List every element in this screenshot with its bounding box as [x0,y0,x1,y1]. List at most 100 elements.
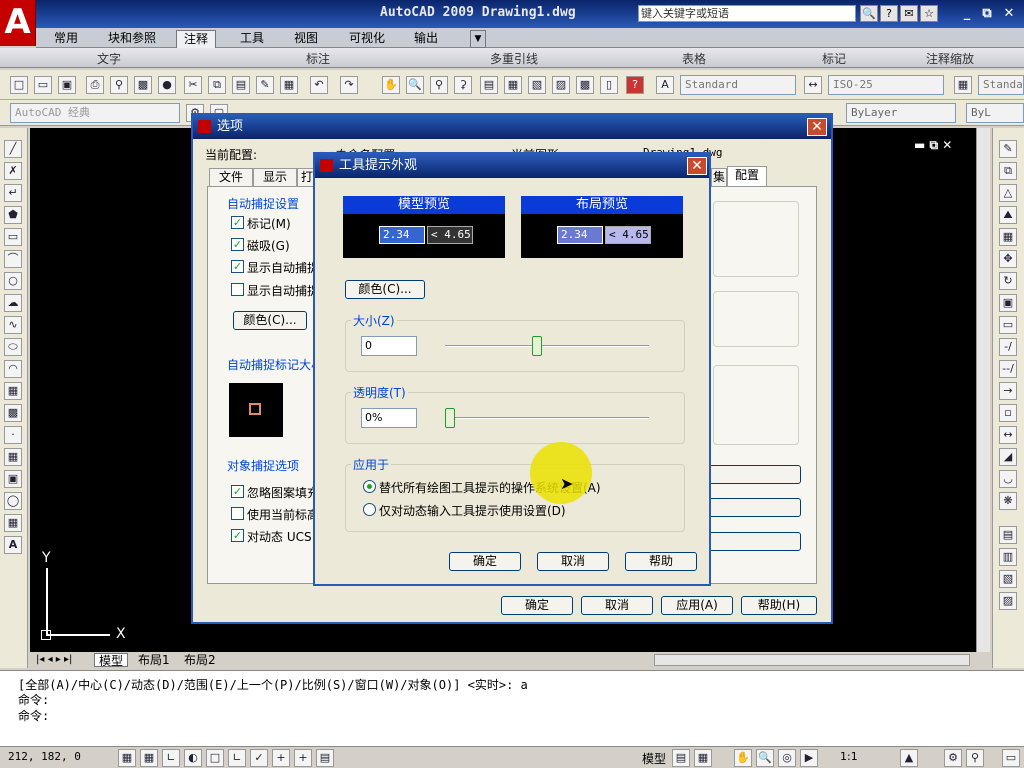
hatch-icon[interactable]: ▦ [4,448,22,466]
polyline-icon[interactable]: ↵ [4,184,22,202]
text-style-icon[interactable]: A [656,76,674,94]
markup-icon[interactable]: ▩ [576,76,594,94]
workspace-switch-icon[interactable]: ⚙ [944,749,962,767]
panel-multileader[interactable]: 多重引线 [490,50,538,67]
minimize-icon[interactable]: _ [958,5,976,22]
circle-icon[interactable]: ○ [4,272,22,290]
trim-icon[interactable]: -/ [999,338,1017,356]
options-cancel-button[interactable]: 取消 [581,596,653,615]
open-icon[interactable]: ▭ [34,76,52,94]
ribbon-tab-visualize[interactable]: 可视化 [342,30,392,48]
use-elevation-checkbox[interactable] [231,507,244,520]
drawing-window-controls[interactable]: ▬ ⧉ ✕ [914,138,952,153]
options-help-button[interactable]: 帮助(H) [741,596,817,615]
color-control-select[interactable]: ByLayer [846,103,956,123]
calculator-icon[interactable]: ▯ [600,76,618,94]
communication-icon[interactable]: ✉ [900,5,918,22]
fillet-icon[interactable]: ◡ [999,470,1017,488]
options-ok-button[interactable]: 确定 [501,596,573,615]
3dprint-icon[interactable]: ● [158,76,176,94]
options-close-button[interactable]: ✕ [807,118,827,136]
ribbon-tab-tools[interactable]: 工具 [232,30,272,48]
transparency-slider-thumb[interactable] [445,408,455,428]
ribbon-expand-icon[interactable]: ▼ [470,30,486,48]
tab-layout1[interactable]: 布局1 [134,653,174,667]
publish-icon[interactable]: ▩ [134,76,152,94]
pan-icon[interactable]: ✋ [382,76,400,94]
help-icon[interactable]: ? [880,5,898,22]
point-icon[interactable]: · [4,426,22,444]
line-icon[interactable]: ╱ [4,140,22,158]
group-icon[interactable]: ▥ [999,548,1017,566]
stretch-icon[interactable]: ▭ [999,316,1017,334]
linetype-control-select[interactable]: ByL [966,103,1024,123]
copy-object-icon[interactable]: ⧉ [999,162,1017,180]
lock-icon[interactable]: ⚲ [966,749,984,767]
vertical-scrollbar[interactable] [976,128,990,652]
make-block-icon[interactable]: ▩ [4,404,22,422]
marker-checkbox[interactable]: ✓ [231,216,244,229]
quick-properties-icon[interactable]: ▤ [316,749,334,767]
tab-layout2[interactable]: 布局2 [180,653,220,667]
break-at-point-icon[interactable]: → [999,382,1017,400]
preview-icon[interactable]: ⚲ [110,76,128,94]
design-center-icon[interactable]: ▦ [504,76,522,94]
ignore-hatch-checkbox[interactable]: ✓ [231,485,244,498]
gradient-icon[interactable]: ▣ [4,470,22,488]
zoom-status-icon[interactable]: 🔍 [756,749,774,767]
ellipse-icon[interactable]: ⬭ [4,338,22,356]
construction-line-icon[interactable]: ✗ [4,162,22,180]
horizontal-scrollbar[interactable] [654,654,970,666]
polygon-icon[interactable]: ⬟ [4,206,22,224]
transparency-input[interactable]: 0% [361,408,417,428]
override-os-radio[interactable] [363,480,376,493]
autosnap-color-button[interactable]: 颜色(C)... [233,311,307,330]
tab-display[interactable]: 显示 [253,168,297,186]
layout-view-icon[interactable]: ▤ [672,749,690,767]
tab-nav-arrows[interactable]: |◂ ◂ ▸ ▸| [32,653,76,667]
ribbon-tab-view[interactable]: 视图 [286,30,326,48]
zoom-window-icon[interactable]: ⚲ [430,76,448,94]
save-icon[interactable]: ▣ [58,76,76,94]
size-input[interactable]: 0 [361,336,417,356]
properties-icon[interactable]: ▤ [480,76,498,94]
model-space-label[interactable]: 模型 [642,750,666,767]
cut-icon[interactable]: ✂ [184,76,202,94]
ribbon-tab-home[interactable]: 常用 [46,30,86,48]
pan-status-icon[interactable]: ✋ [734,749,752,767]
command-input-line[interactable]: 命令: [18,707,49,724]
dyn-icon[interactable]: + [272,749,290,767]
ribbon-tab-blocks[interactable]: 块和参照 [100,30,164,48]
showmotion-icon[interactable]: ▶ [800,749,818,767]
right-button-3[interactable] [709,532,801,551]
workspace-select[interactable]: AutoCAD 经典 [10,103,180,123]
ducs-icon[interactable]: ✓ [250,749,268,767]
close-icon[interactable]: ✕ [1000,5,1018,22]
extend-icon[interactable]: --/ [999,360,1017,378]
zoom-realtime-icon[interactable]: 🔍 [406,76,424,94]
sheet-set-icon[interactable]: ▨ [552,76,570,94]
panel-table[interactable]: 表格 [682,50,706,67]
otrack-icon[interactable]: ∟ [228,749,246,767]
block-editor-icon[interactable]: ▦ [280,76,298,94]
panel-markup[interactable]: 标记 [822,50,846,67]
quick-view-icon[interactable]: ▦ [694,749,712,767]
paste-icon[interactable]: ▤ [232,76,250,94]
clean-screen-icon[interactable]: ▭ [1002,749,1020,767]
table-style-select[interactable]: Standar [978,75,1024,95]
app-logo-button[interactable]: A [0,0,36,46]
ortho-icon[interactable]: ∟ [162,749,180,767]
annotation-scale[interactable]: 1:1 [840,750,858,763]
text-style-select[interactable]: Standard [680,75,796,95]
tooltip-help-button[interactable]: 帮助 [625,552,697,571]
undo-icon[interactable]: ↶ [310,76,328,94]
restore-icon[interactable]: ⧉ [978,5,996,22]
new-icon[interactable]: □ [10,76,28,94]
command-window[interactable]: [全部(A)/中心(C)/动态(D)/范围(E)/上一个(P)/比例(S)/窗口… [0,670,1024,746]
tooltip-color-button[interactable]: 颜色(C)... [345,280,425,299]
array-icon[interactable]: ▦ [999,228,1017,246]
help-toolbar-icon[interactable]: ? [626,76,644,94]
search-icon[interactable]: 🔍 [860,5,878,22]
show-autosnap-tooltip-checkbox[interactable]: ✓ [231,260,244,273]
dim-style-select[interactable]: ISO-25 [828,75,944,95]
